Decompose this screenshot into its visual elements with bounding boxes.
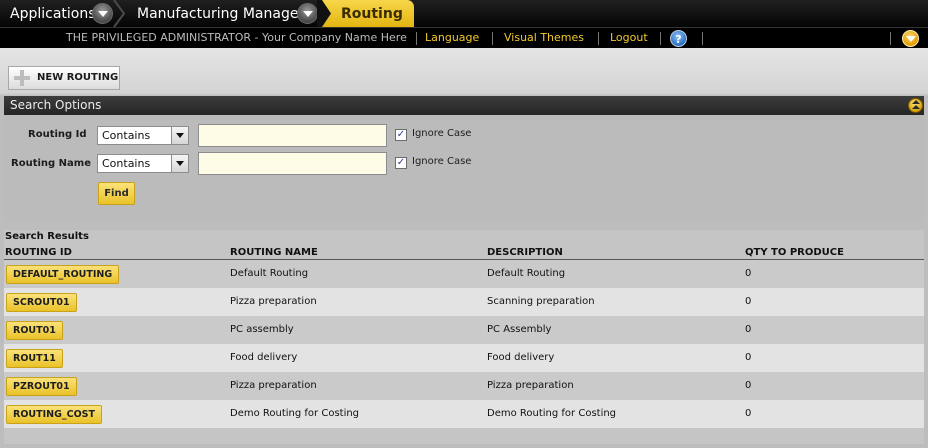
chevron-down-icon (171, 155, 188, 172)
divider (598, 32, 599, 45)
routing-id-link[interactable]: SCROUT01 (6, 293, 77, 312)
routing-id-link[interactable]: ROUT11 (6, 349, 63, 368)
routing-name-ignore-case-checkbox[interactable]: ✓ (395, 157, 407, 169)
notification-icon[interactable] (902, 30, 919, 47)
find-button[interactable]: Find (98, 182, 135, 205)
routing-id-operator-select[interactable]: Contains (97, 126, 189, 145)
collapse-icon[interactable] (908, 98, 923, 113)
new-routing-label: NEW ROUTING (37, 72, 119, 83)
table-row: ROUT11 Food delivery Food delivery 0 (4, 344, 924, 372)
table-row: DEFAULT_ROUTING Default Routing Default … (4, 260, 924, 288)
routing-name-cell: Pizza preparation (230, 380, 317, 391)
new-routing-button[interactable]: NEW ROUTING (8, 66, 120, 90)
logged-in-user: THE PRIVILEGED ADMINISTRATOR - Your Comp… (66, 31, 407, 44)
divider (660, 32, 661, 45)
divider (702, 32, 703, 45)
qty-cell: 0 (745, 408, 752, 419)
routing-id-link[interactable]: ROUTING_COST (6, 405, 102, 424)
description-cell: Pizza preparation (487, 380, 574, 391)
chevron-down-icon[interactable] (297, 3, 318, 24)
breadcrumb-routing[interactable]: Routing (341, 0, 403, 27)
routing-name-cell: Demo Routing for Costing (230, 408, 360, 419)
help-icon[interactable]: ? (670, 30, 687, 47)
search-results-title: Search Results (5, 231, 89, 242)
routing-name-cell: Pizza preparation (230, 296, 317, 307)
table-row: ROUTING_COST Demo Routing for Costing De… (4, 400, 924, 428)
routing-id-link[interactable]: ROUT01 (6, 321, 63, 340)
description-cell: Scanning preparation (487, 296, 595, 307)
routing-name-operator-select[interactable]: Contains (97, 154, 189, 173)
qty-cell: 0 (745, 380, 752, 391)
routing-id-link[interactable]: PZROUT01 (6, 377, 77, 396)
description-cell: Default Routing (487, 268, 566, 279)
plus-icon (14, 70, 30, 86)
routing-id-ignore-case-checkbox[interactable]: ✓ (395, 129, 407, 141)
table-row: SCROUT01 Pizza preparation Scanning prep… (4, 288, 924, 316)
description-cell: Food delivery (487, 352, 555, 363)
divider (890, 32, 891, 45)
qty-cell: 0 (745, 268, 752, 279)
table-row: PZROUT01 Pizza preparation Pizza prepara… (4, 372, 924, 400)
routing-name-operator-value: Contains (102, 157, 151, 170)
qty-cell: 0 (745, 296, 752, 307)
description-cell: PC Assembly (487, 324, 552, 335)
breadcrumb-applications[interactable]: Applications (10, 0, 96, 27)
divider (416, 32, 417, 45)
routing-name-cell: Default Routing (230, 268, 309, 279)
breadcrumb-manufacturing-manager[interactable]: Manufacturing Manager (137, 0, 304, 27)
routing-id-ignore-case-label: Ignore Case (412, 128, 472, 139)
routing-name-cell: PC assembly (230, 324, 294, 335)
table-row: ROUT01 PC assembly PC Assembly 0 (4, 316, 924, 344)
column-header-routing-id: ROUTING ID (5, 247, 72, 258)
header-info-bar: THE PRIVILEGED ADMINISTRATOR - Your Comp… (0, 27, 928, 48)
qty-cell: 0 (745, 352, 752, 363)
breadcrumb-separator (113, 0, 126, 27)
logout-link[interactable]: Logout (610, 28, 648, 48)
routing-name-label: Routing Name (11, 158, 91, 169)
language-link[interactable]: Language (425, 28, 479, 48)
qty-cell: 0 (745, 324, 752, 335)
chevron-down-icon (171, 127, 188, 144)
routing-id-link[interactable]: DEFAULT_ROUTING (6, 265, 120, 284)
search-options-title: Search Options (10, 98, 102, 112)
routing-id-label: Routing Id (28, 129, 87, 140)
breadcrumb-separator (317, 0, 331, 27)
description-cell: Demo Routing for Costing (487, 408, 617, 419)
divider (492, 32, 493, 45)
column-header-qty-to-produce: QTY TO PRODUCE (745, 247, 844, 258)
routing-id-input[interactable] (198, 124, 387, 147)
visual-themes-link[interactable]: Visual Themes (504, 28, 584, 48)
column-header-description: DESCRIPTION (487, 247, 563, 258)
chevron-down-icon[interactable] (92, 3, 113, 24)
column-header-routing-name: ROUTING NAME (230, 247, 318, 258)
routing-name-input[interactable] (198, 152, 387, 175)
routing-name-ignore-case-label: Ignore Case (412, 156, 472, 167)
routing-name-cell: Food delivery (230, 352, 298, 363)
app-breadcrumb-bar: Applications Manufacturing Manager Routi… (0, 0, 928, 27)
search-options-header[interactable]: Search Options (4, 96, 924, 115)
routing-id-operator-value: Contains (102, 129, 151, 142)
